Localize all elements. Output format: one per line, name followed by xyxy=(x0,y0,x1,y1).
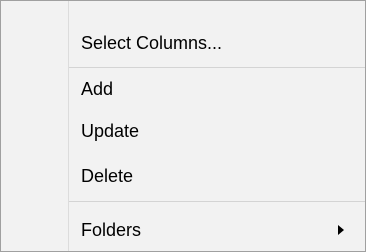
menu-item-select-columns[interactable]: Select Columns... xyxy=(1,23,365,63)
menu-item-add[interactable]: Add xyxy=(1,69,365,109)
menu-separator xyxy=(69,67,365,68)
menu-separator xyxy=(69,201,365,202)
menu-item-label: Update xyxy=(81,121,140,141)
menu-item-label: Select Columns... xyxy=(81,33,223,53)
menu-item-update[interactable]: Update xyxy=(1,111,365,151)
menu-item-label: Delete xyxy=(81,166,134,186)
menu-item-folders[interactable]: Folders xyxy=(1,210,365,250)
context-menu: Select Columns... Add Update Delete Fold… xyxy=(0,0,366,252)
chevron-right-icon xyxy=(338,225,344,235)
menu-item-label: Folders xyxy=(81,220,142,240)
menu-item-label: Add xyxy=(81,79,114,99)
menu-item-delete[interactable]: Delete xyxy=(1,156,365,196)
